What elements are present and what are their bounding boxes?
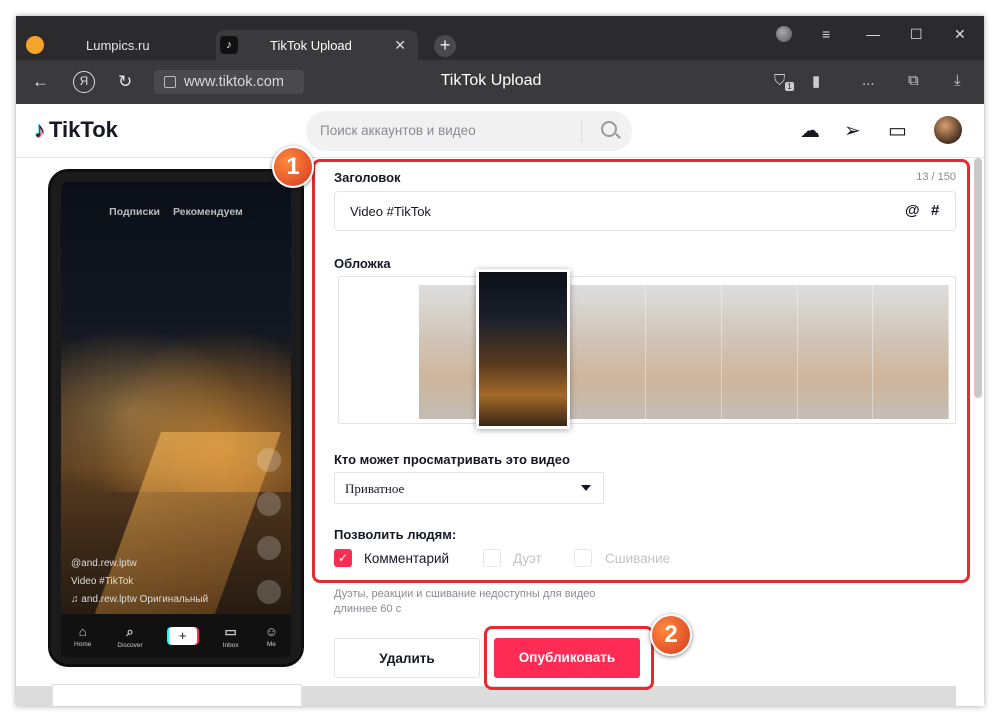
profile-icon: ☺	[264, 624, 278, 639]
preview-sound: ♫ and.rew.lptw Оригинальный	[71, 594, 209, 605]
phone-bottom-nav: ⌂ Home ⌕ Discover + ▭ Inbox ☺ Me	[61, 614, 291, 658]
yandex-icon[interactable]: Я	[73, 71, 95, 93]
nav-home: ⌂ Home	[74, 624, 92, 648]
search-input[interactable]: Поиск аккаунтов и видео	[306, 119, 582, 143]
nav-me: ☺ Me	[264, 624, 278, 648]
search-bar[interactable]: Поиск аккаунтов и видео	[306, 111, 632, 151]
collections-icon[interactable]: ⧉	[908, 72, 919, 89]
more-icon[interactable]: ...	[862, 72, 875, 89]
back-arrow-icon[interactable]: ←	[32, 72, 49, 92]
share-icon	[257, 536, 281, 560]
address-bar: ← Я ↻ www.tiktok.com TikTok Upload ⛉ 1 ▮ …	[16, 60, 984, 104]
music-disc-icon	[257, 580, 281, 604]
tiktok-logo[interactable]: ♪ TikTok	[34, 117, 118, 143]
bottom-panel	[52, 684, 302, 706]
profile-globe-icon[interactable]	[776, 26, 792, 42]
delete-button[interactable]: Удалить	[334, 638, 480, 678]
annotation-badge-2: 2	[650, 614, 692, 656]
inbox-icon: ▭	[224, 623, 237, 639]
new-tab-button[interactable]: +	[434, 35, 456, 57]
tiktok-note-icon: ♪	[34, 117, 45, 142]
tab-following: Подписки	[109, 206, 161, 218]
nav-discover: ⌕ Discover	[117, 623, 143, 649]
browser-window: Lumpics.ru ♪ TikTok Upload ✕ + ≡ — ☐ ✕ ←…	[16, 16, 984, 706]
nav-inbox: ▭ Inbox	[222, 623, 239, 649]
logo-text: TikTok	[49, 117, 118, 142]
lock-icon	[164, 76, 176, 88]
duet-note-line1: Дуэты, реакции и сшивание недоступны для…	[334, 588, 596, 600]
page-title: TikTok Upload	[440, 72, 542, 89]
tab-label: TikTok Upload	[270, 37, 352, 53]
bookmark-icon[interactable]: ▮	[812, 72, 820, 90]
tab-close-icon[interactable]: ✕	[394, 37, 406, 54]
close-window-icon[interactable]: ✕	[954, 26, 966, 43]
menu-icon[interactable]: ≡	[822, 26, 830, 42]
tiktok-header: ♪ TikTok Поиск аккаунтов и видео ☁ ➢ ▭	[16, 104, 984, 158]
shield-icon[interactable]: ⛉ 1	[774, 72, 794, 91]
minimize-icon[interactable]: —	[866, 26, 880, 42]
tab-bar: Lumpics.ru ♪ TikTok Upload ✕ + ≡ — ☐ ✕	[16, 16, 984, 60]
url-text: www.tiktok.com	[184, 74, 284, 90]
send-icon[interactable]: ➢	[844, 118, 861, 143]
search-icon[interactable]	[601, 121, 617, 137]
home-icon: ⌂	[78, 624, 87, 639]
discover-icon: ⌕	[126, 623, 134, 639]
preview-username: @and.rew.lptw	[71, 558, 137, 569]
duet-note-line2: длиннее 60 с	[334, 603, 402, 615]
download-icon[interactable]: ⤓	[954, 72, 961, 89]
like-icon	[257, 448, 281, 472]
preview-caption: Video #TikTok	[71, 576, 134, 587]
tab-lumpics[interactable]: Lumpics.ru	[22, 30, 216, 60]
upload-cloud-icon[interactable]: ☁	[800, 118, 820, 143]
tiktok-favicon-icon: ♪	[220, 36, 238, 54]
url-field[interactable]: www.tiktok.com	[154, 70, 304, 94]
comment-icon	[257, 492, 281, 516]
avatar[interactable]	[934, 116, 962, 144]
video-preview-screen[interactable]: Подписки Рекомендуем @and.rew.lptw Video…	[61, 182, 291, 658]
create-plus-icon: +	[168, 627, 197, 645]
lumpics-favicon-icon	[26, 36, 44, 54]
annotation-badge-1: 1	[272, 146, 314, 188]
tab-label: Lumpics.ru	[86, 37, 150, 53]
inbox-message-icon[interactable]: ▭	[888, 118, 907, 143]
tab-for-you: Рекомендуем	[172, 206, 243, 218]
tab-tiktok-upload[interactable]: ♪ TikTok Upload ✕	[216, 30, 418, 60]
annotation-frame-2	[484, 626, 654, 690]
maximize-icon[interactable]: ☐	[910, 26, 923, 43]
phone-preview: Подписки Рекомендуем @and.rew.lptw Video…	[48, 169, 304, 667]
vertical-scrollbar[interactable]	[974, 158, 982, 398]
phone-top-tabs: Подписки Рекомендуем	[61, 206, 291, 218]
annotation-frame-1	[312, 159, 970, 583]
refresh-icon[interactable]: ↻	[118, 72, 132, 92]
